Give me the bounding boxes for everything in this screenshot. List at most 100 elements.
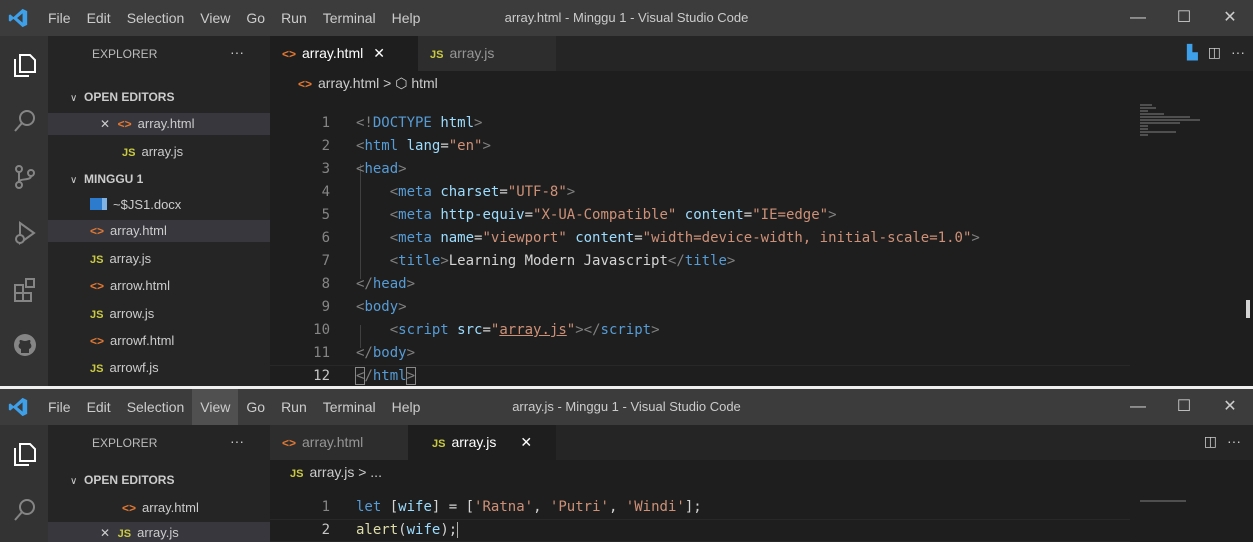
menu-help[interactable]: Help (384, 389, 429, 425)
explorer-title: EXPLORER (92, 47, 158, 61)
scrollbar-thumb[interactable] (1246, 300, 1250, 318)
explorer-header: EXPLORER ··· (48, 36, 270, 70)
editor-tabs: <> array.html ✕ JS array.js (270, 36, 1253, 71)
line-number: 6 (321, 230, 330, 246)
menu-go[interactable]: Go (238, 389, 273, 425)
line-number: 2 (321, 522, 330, 538)
files-icon[interactable] (12, 441, 38, 467)
tab-array-js[interactable]: JS array.js (418, 36, 556, 71)
more-actions-icon[interactable]: ··· (230, 44, 244, 60)
extensions-icon[interactable] (12, 276, 38, 302)
html-element-icon: ⬡ (395, 75, 408, 91)
search-icon[interactable] (12, 497, 38, 523)
js-file-icon: JS (290, 468, 304, 480)
file-name: array.js (141, 144, 184, 159)
github-icon[interactable] (12, 332, 38, 358)
explorer-title: EXPLORER (92, 436, 158, 450)
vscode-window-array-js: File Edit Selection View Go Run Terminal… (0, 389, 1253, 542)
close-icon[interactable]: ✕ (100, 113, 114, 135)
tab-label: array.js (451, 434, 497, 450)
tab-array-js[interactable]: JS array.js ✕ (408, 425, 556, 460)
file-arrow-js[interactable]: JS arrow.js (48, 303, 270, 325)
file-array-html[interactable]: <> array.html (48, 220, 270, 242)
menu-terminal[interactable]: Terminal (315, 389, 384, 425)
file-name: array.html (142, 500, 199, 515)
close-button[interactable]: ✕ (1207, 0, 1253, 36)
menu-selection[interactable]: Selection (119, 0, 193, 36)
editor-actions: ◫ ··· (1204, 433, 1241, 450)
menu-run[interactable]: Run (273, 389, 315, 425)
text-cursor (457, 522, 459, 538)
more-actions-icon[interactable]: ··· (1227, 433, 1241, 450)
menu-edit[interactable]: Edit (79, 389, 119, 425)
maximize-button[interactable]: ☐ (1161, 0, 1207, 36)
file-arrowf-html[interactable]: <> arrowf.html (48, 330, 270, 352)
js-file-icon: JS (117, 528, 132, 540)
file-name: arrow.js (109, 306, 155, 321)
section-label: OPEN EDITORS (84, 90, 175, 104)
breadcrumb-node[interactable]: ... (370, 464, 382, 480)
open-editor-array-html[interactable]: <> array.html (48, 497, 270, 519)
open-editor-array-js[interactable]: JS array.js (48, 141, 270, 163)
file-arrow-html[interactable]: <> arrow.html (48, 275, 270, 297)
split-editor-icon[interactable]: ◫ (1204, 433, 1217, 450)
file-name: arrow.html (110, 278, 170, 293)
split-editor-icon[interactable]: ◫ (1208, 44, 1221, 61)
breadcrumb-file[interactable]: array.js (309, 464, 354, 480)
vscode-window-array-html: File Edit Selection View Go Run Terminal… (0, 0, 1253, 386)
menu-file[interactable]: File (40, 389, 79, 425)
code-line: <title>Learning Modern Javascript</title… (389, 253, 736, 269)
chevron-down-icon: ∨ (70, 93, 78, 104)
file-jsdocx[interactable]: ~$JS1.docx (48, 194, 270, 216)
tab-array-html[interactable]: <> array.html (270, 425, 408, 460)
open-editors-section[interactable]: ∨ OPEN EDITORS (48, 86, 270, 108)
title-bar: File Edit Selection View Go Run Terminal… (0, 0, 1253, 36)
close-icon[interactable]: ✕ (373, 36, 385, 71)
search-icon[interactable] (12, 108, 38, 134)
line-number: 8 (321, 276, 330, 292)
close-icon[interactable]: ✕ (100, 522, 114, 542)
menu-file[interactable]: File (40, 0, 79, 36)
tab-array-html[interactable]: <> array.html ✕ (270, 36, 418, 71)
vscode-logo-icon (8, 8, 28, 28)
minimize-button[interactable]: — (1115, 389, 1161, 425)
open-editor-array-html[interactable]: ✕ <> array.html (48, 113, 270, 135)
menu-go[interactable]: Go (238, 0, 273, 36)
menu-help[interactable]: Help (384, 0, 429, 36)
maximize-button[interactable]: ☐ (1161, 389, 1207, 425)
minimize-button[interactable]: — (1115, 0, 1161, 36)
file-name: array.html (137, 116, 195, 131)
code-line: <meta charset="UTF-8"> (389, 184, 576, 200)
line-number: 3 (321, 161, 330, 177)
breadcrumb-node[interactable]: html (411, 75, 437, 91)
close-button[interactable]: ✕ (1207, 389, 1253, 425)
js-file-icon: JS (432, 438, 446, 450)
menu-view[interactable]: View (192, 0, 238, 36)
code-line: <body> (356, 299, 407, 315)
file-array-js[interactable]: JS array.js (48, 248, 270, 270)
folder-minggu-1[interactable]: ∨ MINGGU 1 (48, 168, 270, 190)
menu-bar: File Edit Selection View Go Run Terminal… (40, 0, 428, 36)
files-icon[interactable] (12, 52, 38, 78)
breadcrumb-separator: > (383, 75, 392, 91)
menu-view[interactable]: View (192, 389, 239, 425)
file-arrowf-js[interactable]: JS arrowf.js (48, 357, 270, 379)
open-preview-icon[interactable]: ▙ (1187, 44, 1198, 61)
menu-terminal[interactable]: Terminal (315, 0, 384, 36)
breadcrumb-file[interactable]: array.html (318, 75, 379, 91)
open-editor-array-js[interactable]: ✕ JS array.js (48, 522, 270, 542)
section-label: OPEN EDITORS (84, 473, 175, 487)
explorer-sidebar: EXPLORER ··· ∨ OPEN EDITORS <> array.html … (48, 425, 270, 542)
line-number: 12 (313, 368, 330, 384)
run-debug-icon[interactable] (12, 220, 38, 246)
source-control-icon[interactable] (12, 164, 38, 190)
menu-selection[interactable]: Selection (119, 389, 193, 425)
close-icon[interactable]: ✕ (520, 425, 532, 460)
open-editors-section[interactable]: ∨ OPEN EDITORS (48, 469, 270, 491)
js-file-icon: JS (90, 254, 104, 266)
file-name: arrowf.js (109, 360, 159, 375)
menu-run[interactable]: Run (273, 0, 315, 36)
more-actions-icon[interactable]: ··· (230, 433, 244, 449)
menu-edit[interactable]: Edit (79, 0, 119, 36)
more-actions-icon[interactable]: ··· (1231, 44, 1245, 61)
